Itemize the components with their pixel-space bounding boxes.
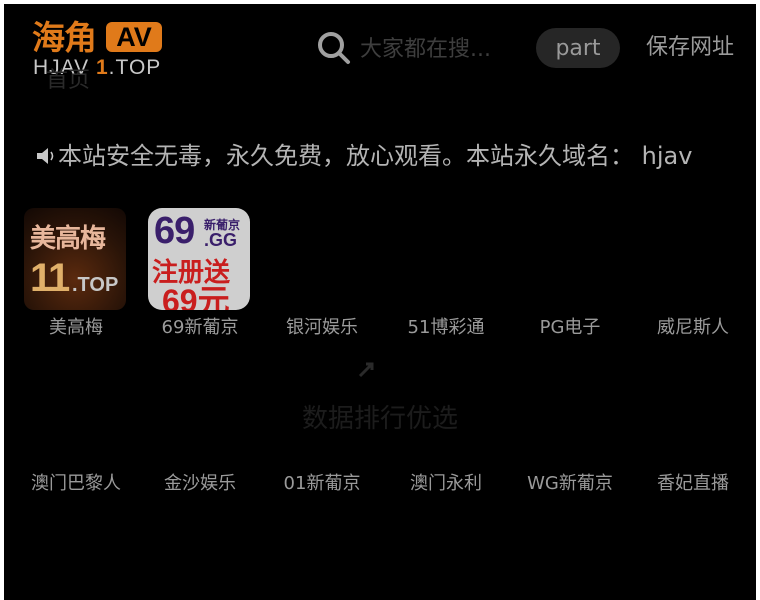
logo-av-badge: AV xyxy=(106,22,162,52)
ad-label[interactable]: 澳门巴黎人 xyxy=(14,472,138,496)
search-icon[interactable] xyxy=(316,30,352,66)
speaker-icon xyxy=(37,148,54,164)
ad-label[interactable]: 银河娱乐 xyxy=(260,316,384,340)
ad-label[interactable]: 51博彩通 xyxy=(384,316,508,340)
ad-label[interactable]: 金沙娱乐 xyxy=(138,472,262,496)
section-heading: 数据排行优选 xyxy=(301,404,458,434)
page-title: 首页 xyxy=(46,68,91,93)
ad-row-1: 美高梅 69新葡京 银河娱乐 51博彩通 PG电子 威尼斯人 xyxy=(4,316,756,356)
ad-image-text: 69元 xyxy=(162,283,230,310)
notice-text: 本站安全无毒，永久免费，放心观看。本站永久域名： hjav xyxy=(58,142,693,170)
ad-row-2: 澳门巴黎人 金沙娱乐 01新葡京 澳门永利 WG新葡京 香妃直播 xyxy=(4,472,756,512)
ad-label[interactable]: 01新葡京 xyxy=(260,472,384,496)
ad-label[interactable]: WG新葡京 xyxy=(508,472,632,496)
search-input[interactable] xyxy=(358,30,526,68)
ad-image-text: 美高梅 xyxy=(30,224,106,254)
notice-marquee: 本站安全无毒，永久免费，放心观看。本站永久域名： hjav xyxy=(36,136,736,176)
ad-label[interactable]: 威尼斯人 xyxy=(631,316,755,340)
ad-label[interactable]: 69新葡京 xyxy=(138,316,262,340)
page: 海角 AV HJAV 1.TOP 首页 part 保存网址 本站安全无毒，永久免… xyxy=(4,4,756,600)
ad-image-text: .GG xyxy=(204,230,238,250)
ad-image-text: .TOP xyxy=(72,274,119,296)
ad-label[interactable]: 澳门永利 xyxy=(384,472,508,496)
logo-chinese-text: 海角 xyxy=(32,18,97,57)
save-url-link[interactable]: 保存网址 xyxy=(646,30,734,66)
ad-image-text: 69 xyxy=(154,210,195,252)
part-button[interactable]: part xyxy=(536,28,620,68)
logo-domain-suffix: .TOP xyxy=(108,56,162,79)
ad-label[interactable]: 香妃直播 xyxy=(631,472,755,496)
ad-label[interactable]: 美高梅 xyxy=(14,316,138,340)
ad-image-meigaomei[interactable]: 美高梅 11 .TOP xyxy=(24,208,126,310)
trend-arrow-icon xyxy=(358,362,374,378)
logo-domain-number: 1 xyxy=(95,56,109,79)
ad-image-69xinpujing[interactable]: 69 新葡京 .GG 注册送 69元 xyxy=(148,208,250,310)
ad-image-text: 11 xyxy=(30,256,70,300)
ad-label[interactable]: PG电子 xyxy=(508,316,632,340)
